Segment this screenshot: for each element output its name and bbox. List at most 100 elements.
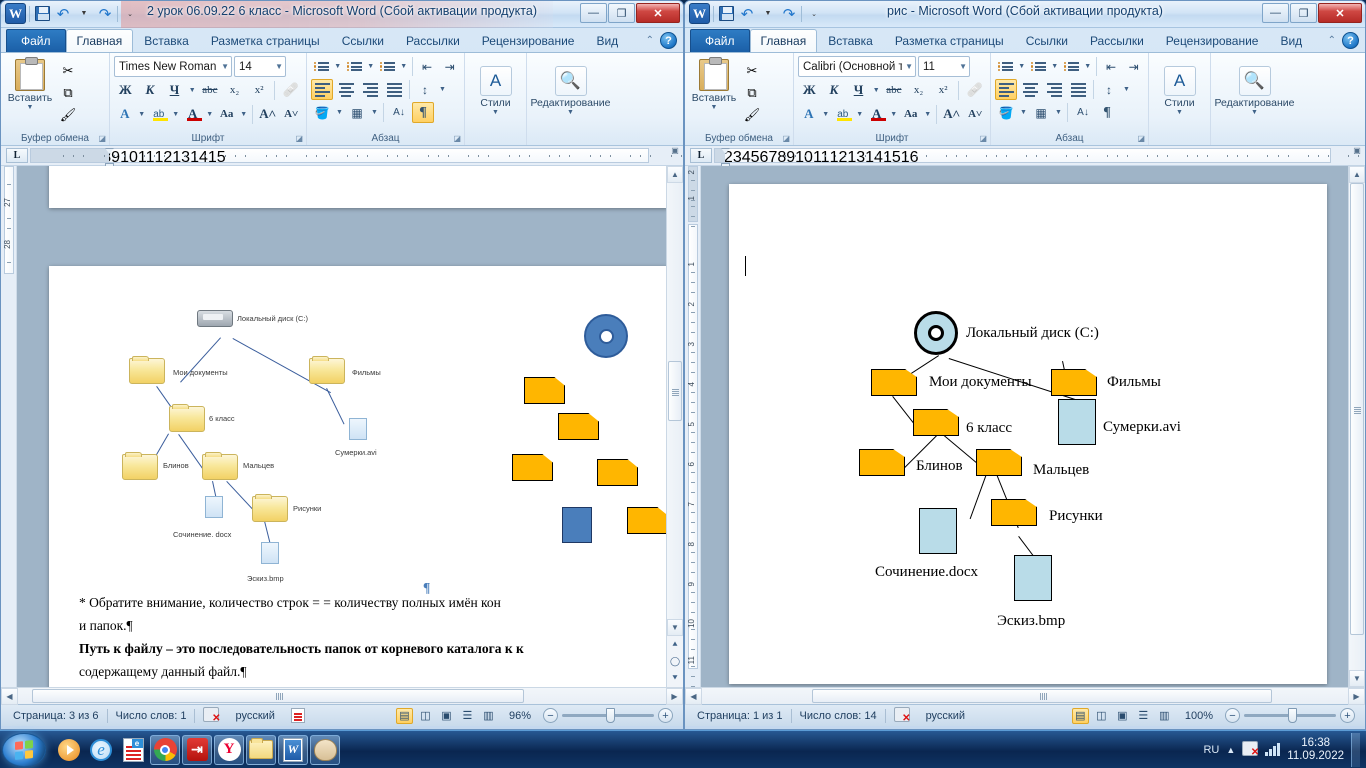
spell-check-icon[interactable]: [195, 706, 227, 725]
scroll-up-button[interactable]: ▲: [1349, 166, 1365, 183]
chevron-down-icon[interactable]: ▼: [956, 62, 967, 71]
maximize-button[interactable]: ❐: [608, 3, 635, 23]
font-color-icon[interactable]: A: [866, 103, 888, 125]
underline-button[interactable]: Ч: [163, 79, 186, 101]
scroll-left-button[interactable]: ◀: [685, 688, 702, 705]
macro-icon[interactable]: [283, 708, 313, 723]
vertical-scrollbar-right[interactable]: ▲ ▼: [1348, 166, 1365, 687]
shrink-font-icon[interactable]: A˅: [964, 103, 986, 125]
superscript-button[interactable]: x²: [248, 79, 271, 101]
editing-button[interactable]: 🔍 Редактирование ▼: [531, 64, 611, 116]
copy-icon[interactable]: ⧉: [741, 82, 763, 103]
zoom-out-button[interactable]: −: [543, 708, 558, 723]
file-tree-diagram[interactable]: Локальный диск (C:) Мои документы Фильмы…: [851, 311, 1231, 656]
tab-review[interactable]: Рецензирование: [471, 29, 586, 53]
paste-button[interactable]: Вставить ▼: [689, 57, 739, 125]
ribbon-tabs-right[interactable]: Файл Главная Вставка Разметка страницы С…: [685, 28, 1365, 53]
fullscreen-reading-icon[interactable]: ◫: [417, 708, 434, 724]
bold-button[interactable]: Ж: [798, 79, 821, 101]
yandex-icon[interactable]: Y: [214, 734, 244, 765]
cut-icon[interactable]: ✂: [741, 60, 763, 81]
numbering-dropdown-icon[interactable]: ▼: [1051, 63, 1059, 70]
folder-pictures-node[interactable]: [991, 499, 1037, 526]
minimize-button[interactable]: —: [580, 3, 607, 23]
word-icon[interactable]: W: [278, 734, 308, 765]
align-right-icon[interactable]: [359, 79, 381, 100]
tab-insert[interactable]: Вставка: [817, 29, 884, 53]
line-spacing-icon[interactable]: ↕: [414, 79, 436, 100]
scroll-thumb[interactable]: [668, 361, 682, 421]
italic-button[interactable]: К: [823, 79, 846, 101]
ruler-row-right[interactable]: L 12345678910111213141516 ▣: [685, 146, 1365, 169]
change-case-icon[interactable]: Aa: [900, 103, 922, 125]
clear-formatting-icon[interactable]: 🩹: [963, 79, 986, 101]
underline-dropdown-icon[interactable]: ▼: [188, 87, 197, 94]
chevron-down-icon[interactable]: ▼: [902, 62, 913, 71]
taskbar-items[interactable]: e e ⇥ Y W: [54, 734, 340, 765]
collapse-ribbon-icon[interactable]: ⌃: [1328, 35, 1336, 46]
paragraph-dialog-launcher[interactable]: ◪: [1137, 134, 1145, 143]
align-center-icon[interactable]: [335, 79, 357, 100]
text-effects-icon[interactable]: A: [114, 103, 136, 125]
increase-indent-icon[interactable]: ⇥: [439, 56, 460, 77]
status-bar-left[interactable]: Страница: 3 из 6 Число слов: 1 русский ▤…: [1, 704, 683, 726]
align-left-icon[interactable]: [311, 79, 333, 100]
start-button[interactable]: [2, 732, 46, 767]
change-case-dropdown-icon[interactable]: ▼: [923, 111, 931, 118]
window-controls-right[interactable]: — ❐ ✕: [1262, 3, 1362, 23]
bullets-dropdown-icon[interactable]: ▼: [1018, 63, 1026, 70]
borders-dropdown-icon[interactable]: ▼: [370, 109, 379, 116]
numbering-icon[interactable]: [1028, 56, 1049, 77]
change-case-dropdown-icon[interactable]: ▼: [239, 111, 247, 118]
italic-button[interactable]: К: [139, 79, 162, 101]
font-family-combo[interactable]: Calibri (Основной тек ▼: [798, 56, 916, 77]
copy-icon[interactable]: ⧉: [57, 82, 79, 103]
bullets-icon[interactable]: [311, 56, 332, 77]
tab-view[interactable]: Вид: [585, 29, 629, 53]
scroll-down-button[interactable]: ▼: [1349, 670, 1365, 687]
file-sketch-node[interactable]: [1014, 555, 1052, 601]
text-effects-dropdown-icon[interactable]: ▼: [138, 111, 146, 118]
shape-rect-1[interactable]: [562, 507, 592, 543]
clock[interactable]: 16:38 11.09.2022: [1287, 737, 1344, 763]
shape-ring[interactable]: [584, 314, 628, 358]
shape-folder-2[interactable]: [558, 413, 599, 440]
folder-6class-node[interactable]: [913, 409, 959, 436]
text-effects-icon[interactable]: A: [798, 103, 820, 125]
system-tray[interactable]: RU ▲ 16:38 11.09.2022: [1203, 732, 1366, 767]
chrome-icon[interactable]: [150, 734, 180, 765]
document-area-left[interactable]: 27 28 Локальный диск (C:) Мои документы …: [1, 166, 683, 687]
show-formatting-marks-icon[interactable]: ¶: [412, 102, 434, 123]
sort-icon[interactable]: A↓: [1072, 102, 1094, 123]
chevron-down-icon[interactable]: ▼: [218, 62, 229, 71]
document-canvas-left[interactable]: Локальный диск (C:) Мои документы Фильмы…: [17, 166, 666, 687]
folder-films-node[interactable]: [1051, 369, 1097, 396]
close-button[interactable]: ✕: [1318, 3, 1362, 23]
clipboard-dialog-launcher[interactable]: ◪: [98, 134, 106, 143]
zoom-slider[interactable]: [562, 708, 654, 723]
shrink-font-icon[interactable]: A˅: [280, 103, 302, 125]
word-count[interactable]: Число слов: 14: [792, 710, 885, 722]
ribbon-tabs-left[interactable]: Файл Главная Вставка Разметка страницы С…: [1, 28, 683, 53]
print-layout-view-icon[interactable]: ▤: [1071, 707, 1089, 724]
font-dialog-launcher[interactable]: ◪: [979, 134, 987, 143]
horizontal-ruler-left[interactable]: 1123456789101112131415: [30, 148, 682, 169]
network-status-icon[interactable]: [1242, 740, 1259, 759]
zoom-level[interactable]: 100%: [1177, 710, 1221, 722]
editing-button[interactable]: 🔍 Редактирование ▼: [1215, 64, 1295, 116]
local-disk-node[interactable]: [914, 311, 958, 355]
paint-icon[interactable]: [310, 734, 340, 765]
word-window-left[interactable]: W ↶ ▼ ↷ ⌄ 2 урок 06.09.22 6 класс - Micr…: [0, 0, 684, 730]
align-center-icon[interactable]: [1019, 79, 1041, 100]
paragraph-dialog-launcher[interactable]: ◪: [453, 134, 461, 143]
styles-button[interactable]: A Стили ▼: [469, 64, 522, 116]
document-canvas-right[interactable]: Локальный диск (C:) Мои документы Фильмы…: [701, 166, 1348, 687]
multilevel-list-icon[interactable]: [1061, 56, 1082, 77]
paste-dropdown-icon[interactable]: ▼: [711, 104, 718, 111]
text-effects-dropdown-icon[interactable]: ▼: [822, 111, 830, 118]
zoom-slider[interactable]: [1244, 708, 1336, 723]
web-layout-icon[interactable]: ▣: [438, 708, 455, 724]
document-icon[interactable]: e: [118, 735, 148, 765]
subscript-button[interactable]: x₂: [907, 79, 930, 101]
justify-icon[interactable]: [383, 79, 405, 100]
